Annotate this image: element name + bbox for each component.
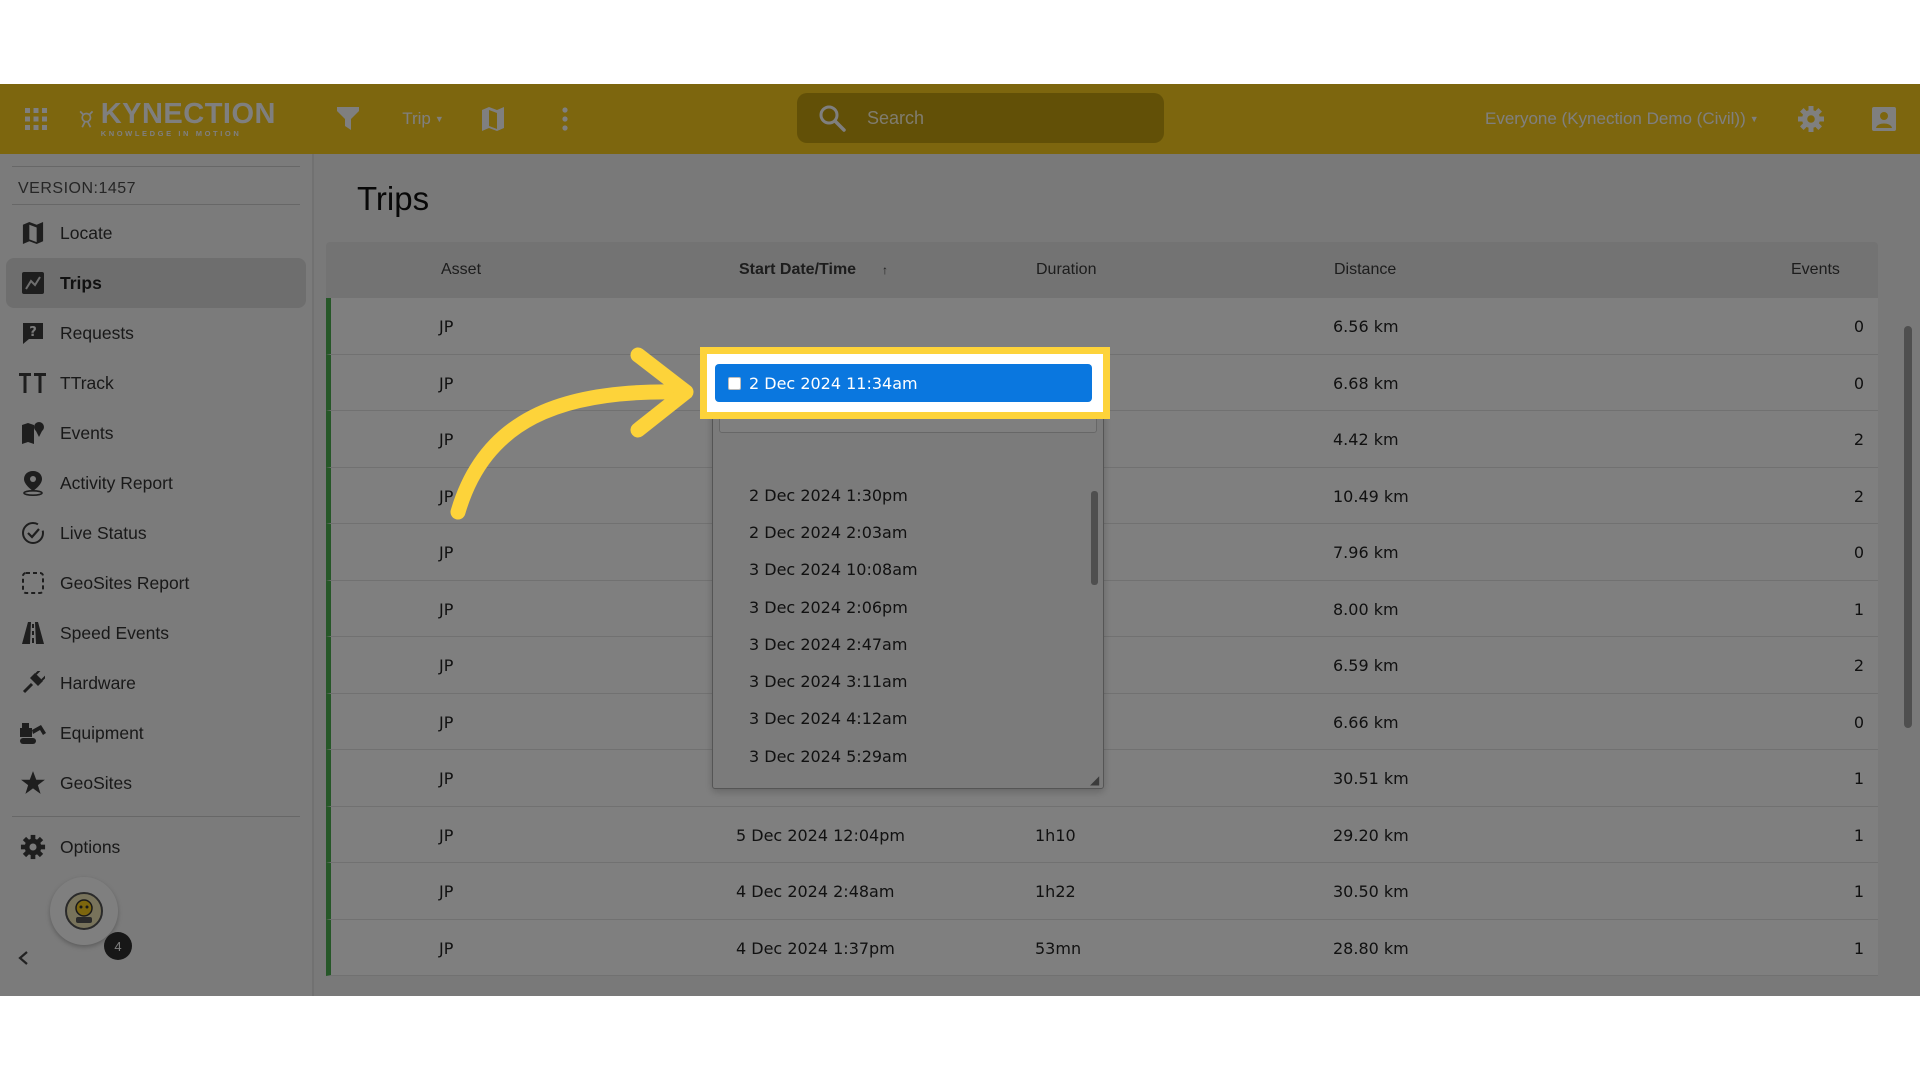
option-label: 2 Dec 2024 11:34am [749,373,918,393]
tutorial-arrow-icon [450,347,694,520]
option-checkbox[interactable] [728,376,741,390]
tutorial-dim-overlay [0,84,1920,996]
dropdown-option-selected[interactable]: 2 Dec 2024 11:34am [715,364,1092,402]
